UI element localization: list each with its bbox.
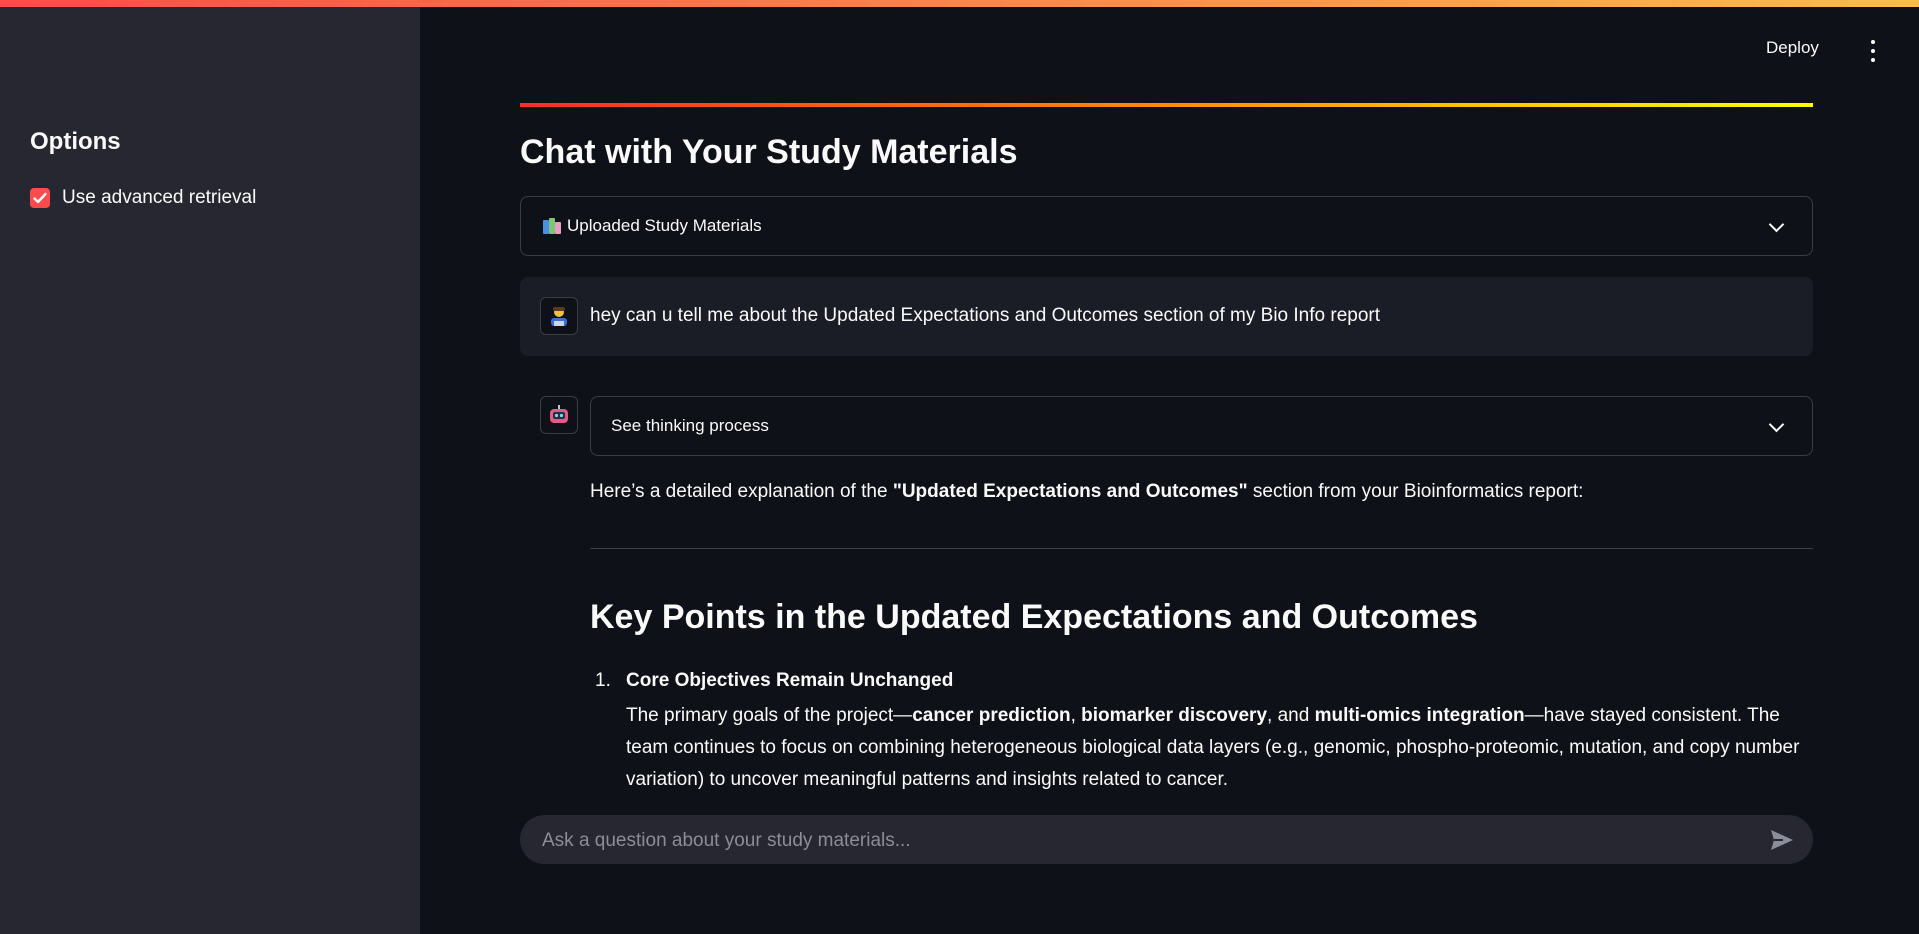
user-avatar-icon (540, 297, 578, 335)
chevron-down-icon (1768, 216, 1785, 233)
thinking-process-expander[interactable]: See thinking process (590, 396, 1813, 456)
chevron-down-icon (1768, 416, 1785, 433)
sidebar: Options Use advanced retrieval (0, 7, 420, 934)
section-divider (590, 548, 1813, 549)
uploaded-materials-expander[interactable]: Uploaded Study Materials (520, 196, 1813, 256)
expander-label: See thinking process (611, 416, 769, 435)
section-heading: Key Points in the Updated Expectations a… (590, 598, 1478, 636)
title-gradient-divider (520, 103, 1813, 107)
kebab-menu-icon[interactable] (1866, 40, 1880, 62)
assistant-intro: Here’s a detailed explanation of the "Up… (590, 481, 1584, 502)
header-decoration-bar (0, 0, 1919, 7)
list-item-number: 1. (595, 670, 611, 691)
page-title: Chat with Your Study Materials (520, 133, 1018, 171)
expander-label: Uploaded Study Materials (567, 216, 762, 235)
send-icon[interactable] (1769, 828, 1795, 852)
checkbox-label: Use advanced retrieval (62, 187, 257, 208)
user-message: hey can u tell me about the Updated Expe… (520, 277, 1813, 356)
deploy-button[interactable]: Deploy (1766, 38, 1819, 58)
list-item-body: The primary goals of the project—cancer … (626, 705, 1800, 790)
advanced-retrieval-checkbox[interactable]: Use advanced retrieval (30, 187, 256, 209)
user-message-text: hey can u tell me about the Updated Expe… (590, 305, 1381, 326)
list-item-title: Core Objectives Remain Unchanged (626, 670, 954, 691)
sidebar-title: Options (30, 128, 121, 155)
chat-input[interactable] (540, 815, 1744, 866)
books-icon (543, 218, 561, 234)
chat-input-container (520, 815, 1813, 866)
checkbox-checked-icon[interactable] (30, 188, 50, 208)
robot-avatar-icon (540, 396, 578, 434)
